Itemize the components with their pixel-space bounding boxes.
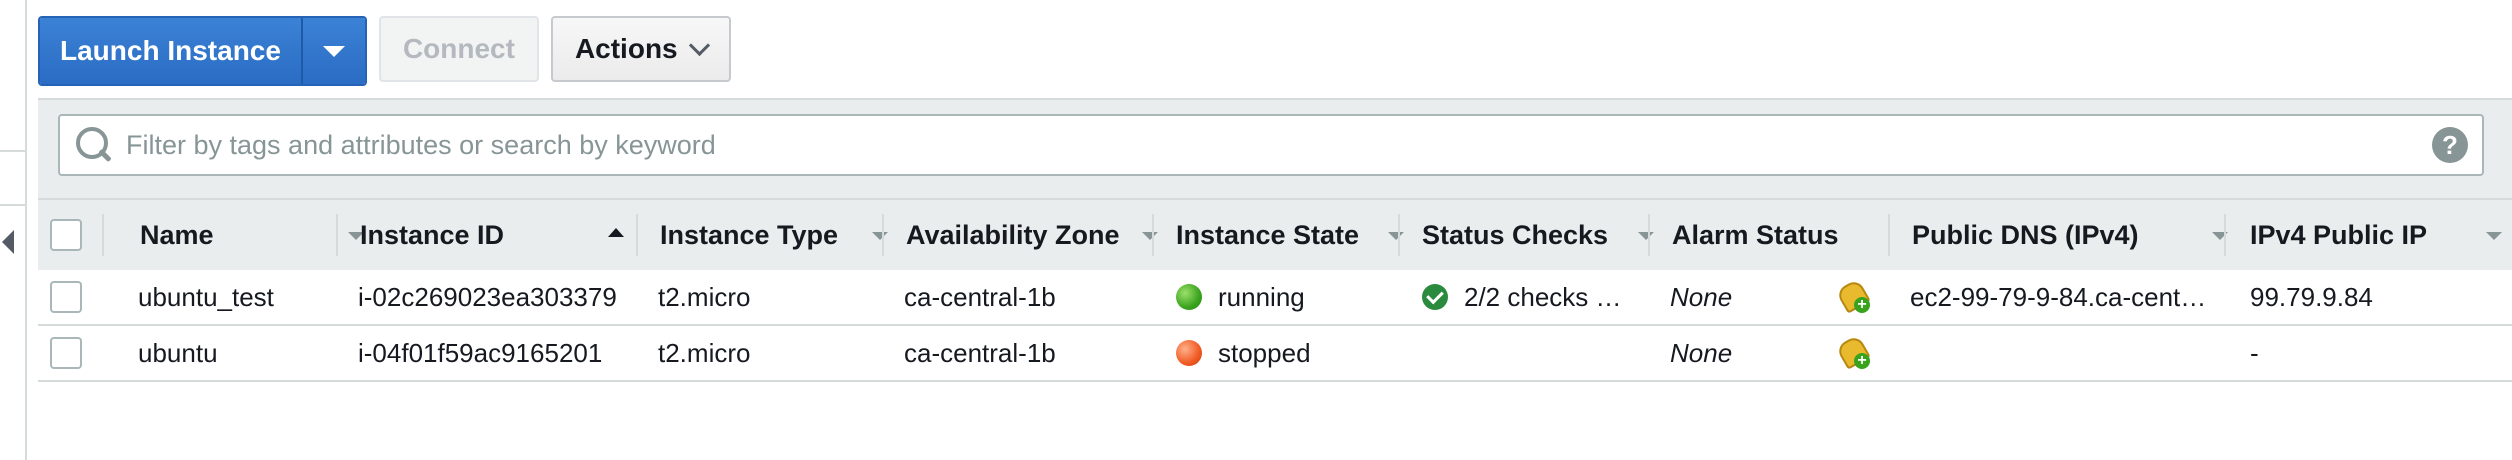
sort-caret-icon [1638,232,1654,240]
cell-name: ubuntu_test [138,281,274,312]
table-row[interactable]: ubuntu_test i-02c269023ea303379 t2.micro… [38,270,2512,326]
column-header-instance-state[interactable]: Instance State [1176,200,1422,270]
cell-instance-type: t2.micro [658,337,751,368]
cell-availability-zone: ca-central-1b [904,281,1056,312]
cell-alarm-status: None [1670,337,1733,368]
row-select-cell [50,270,82,324]
column-header-label: Instance State [1176,219,1360,250]
caret-down-icon [322,45,345,57]
column-header-label: Status Checks [1422,219,1609,250]
column-header-label: Availability Zone [906,219,1120,250]
sort-caret-icon [2486,232,2502,240]
sort-caret-icon [872,232,888,240]
column-header-alarm-status[interactable]: Alarm Status [1672,200,1912,270]
cell-alarm-status: None [1670,281,1733,312]
cell-instance-id: i-04f01f59ac9165201 [358,337,603,368]
column-header-label: Name [140,219,214,250]
side-nav-middle-segment [0,150,27,206]
select-all-cell [50,200,82,270]
column-header-instance-type[interactable]: Instance Type [660,200,906,270]
filter-and-header-panel: ? Name Instance ID Instance Type Availab… [38,98,2512,272]
launch-instance-dropdown-button[interactable] [302,18,365,84]
sort-caret-icon [1142,232,1158,240]
instance-state-label: running [1218,281,1305,312]
cell-instance-state: stopped [1176,326,1311,380]
column-header-name[interactable]: Name [140,200,364,270]
actions-button-label: Actions [574,33,678,64]
column-header-public-dns[interactable]: Public DNS (IPv4) [1912,200,2248,270]
column-header-label: Public DNS (IPv4) [1912,219,2139,250]
running-status-icon [1176,284,1202,310]
cell-name: ubuntu [138,337,218,368]
column-header-label: Instance Type [660,219,839,250]
side-nav-top-segment [0,0,27,150]
cell-public-dns: ec2-99-79-9-84.ca-cent… [1910,281,2207,312]
column-header-status-checks[interactable]: Status Checks [1422,200,1672,270]
toolbar: Launch Instance Connect Actions [38,16,731,86]
help-icon[interactable]: ? [2432,127,2468,163]
create-alarm-bell-icon[interactable]: + [1835,334,1872,371]
row-select-cell [50,326,82,380]
cell-alarm-action: + [1835,270,1872,324]
cell-instance-state: running [1176,270,1305,324]
table-header: Name Instance ID Instance Type Availabil… [38,198,2512,272]
side-nav-collapsed [0,0,27,460]
table-row[interactable]: ubuntu i-04f01f59ac9165201 t2.micro ca-c… [38,326,2512,382]
column-header-label: Alarm Status [1672,219,1839,250]
search-icon [74,125,114,165]
stopped-status-icon [1176,340,1202,366]
actions-button[interactable]: Actions [550,16,731,82]
cell-instance-type: t2.micro [658,281,751,312]
cell-public-ip: - [2250,337,2259,368]
column-header-availability-zone[interactable]: Availability Zone [906,200,1176,270]
cell-instance-id: i-02c269023ea303379 [358,281,617,312]
chevron-down-icon [688,34,710,56]
cell-public-ip: 99.79.9.84 [2250,281,2373,312]
search-input[interactable] [114,128,2432,162]
cell-alarm-action: + [1835,326,1872,380]
launch-instance-button[interactable]: Launch Instance [40,18,303,84]
create-alarm-bell-icon[interactable]: + [1835,278,1872,315]
row-checkbox[interactable] [50,281,82,313]
column-header-label: IPv4 Public IP [2250,219,2428,250]
status-checks-label[interactable]: 2/2 checks … [1464,282,1622,313]
column-header-ipv4-public-ip[interactable]: IPv4 Public IP [2250,200,2512,270]
search-bar: ? [58,114,2484,176]
sort-caret-icon [1388,232,1404,240]
column-header-label: Instance ID [360,219,505,250]
row-checkbox[interactable] [50,337,82,369]
connect-button[interactable]: Connect [378,16,539,82]
cell-availability-zone: ca-central-1b [904,337,1056,368]
column-header-instance-id[interactable]: Instance ID [360,200,660,270]
instance-state-label: stopped [1218,337,1311,368]
check-passed-icon [1422,284,1448,310]
launch-instance-button-group: Launch Instance [38,16,367,86]
sort-ascending-icon [608,228,624,237]
cell-status-checks: 2/2 checks … [1422,270,1622,324]
select-all-checkbox[interactable] [50,219,82,251]
collapse-left-arrow-icon[interactable] [2,230,14,254]
